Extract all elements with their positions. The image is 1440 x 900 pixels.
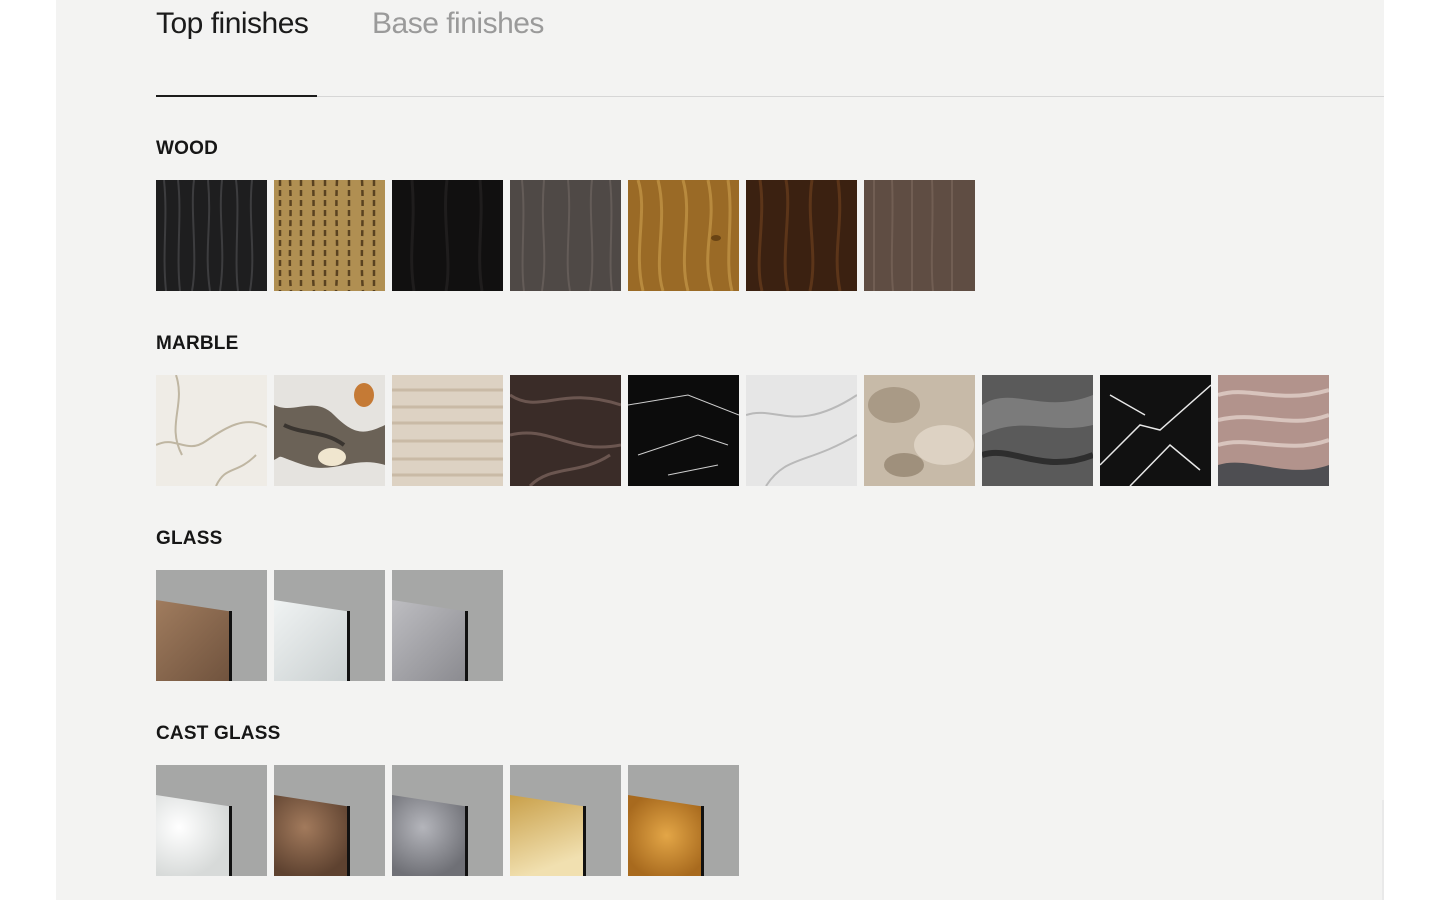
cast-glass-swatch-3[interactable] xyxy=(392,765,503,876)
wood-swatch-6[interactable] xyxy=(746,180,857,291)
glass-pane xyxy=(274,795,348,876)
wood-swatch-3[interactable] xyxy=(392,180,503,291)
glass-swatches xyxy=(156,570,503,681)
finishes-panel: Top finishes Base finishes WOOD MARBLE G… xyxy=(56,0,1384,900)
wood-swatch-4[interactable] xyxy=(510,180,621,291)
glass-edge xyxy=(465,806,468,876)
glass-swatch-2[interactable] xyxy=(274,570,385,681)
glass-pane xyxy=(274,600,348,681)
marble-swatches xyxy=(156,375,1329,486)
marble-swatch-9[interactable] xyxy=(1100,375,1211,486)
glass-swatch-1[interactable] xyxy=(156,570,267,681)
glass-pane xyxy=(392,600,466,681)
marble-swatch-7[interactable] xyxy=(864,375,975,486)
glass-edge xyxy=(347,806,350,876)
tab-base-finishes[interactable]: Base finishes xyxy=(372,6,544,42)
section-title-cast-glass: CAST GLASS xyxy=(156,723,281,744)
marble-swatch-1[interactable] xyxy=(156,375,267,486)
glass-pane xyxy=(510,795,584,876)
section-title-glass: GLASS xyxy=(156,528,223,549)
wood-swatch-2[interactable] xyxy=(274,180,385,291)
section-title-wood: WOOD xyxy=(156,138,219,159)
tab-top-finishes[interactable]: Top finishes xyxy=(156,6,317,97)
section-title-marble: MARBLE xyxy=(156,333,239,354)
glass-pane xyxy=(392,795,466,876)
glass-edge xyxy=(583,806,586,876)
cast-glass-swatch-4[interactable] xyxy=(510,765,621,876)
scrollbar-track[interactable] xyxy=(1382,800,1384,900)
glass-pane xyxy=(156,600,230,681)
glass-edge xyxy=(347,611,350,681)
marble-swatch-6[interactable] xyxy=(746,375,857,486)
cast-glass-swatch-5[interactable] xyxy=(628,765,739,876)
marble-swatch-4[interactable] xyxy=(510,375,621,486)
glass-pane xyxy=(156,795,230,876)
glass-edge xyxy=(229,806,232,876)
wood-swatch-7[interactable] xyxy=(864,180,975,291)
glass-pane xyxy=(628,795,702,876)
finish-tabs: Top finishes Base finishes xyxy=(156,0,1384,97)
glass-edge xyxy=(229,611,232,681)
glass-edge xyxy=(701,806,704,876)
glass-swatch-3[interactable] xyxy=(392,570,503,681)
cast-glass-swatch-2[interactable] xyxy=(274,765,385,876)
cast-glass-swatch-1[interactable] xyxy=(156,765,267,876)
wood-swatch-1[interactable] xyxy=(156,180,267,291)
wood-swatch-5[interactable] xyxy=(628,180,739,291)
glass-edge xyxy=(465,611,468,681)
marble-swatch-8[interactable] xyxy=(982,375,1093,486)
marble-swatch-3[interactable] xyxy=(392,375,503,486)
marble-swatch-10[interactable] xyxy=(1218,375,1329,486)
marble-swatch-2[interactable] xyxy=(274,375,385,486)
cast-glass-swatches xyxy=(156,765,739,876)
marble-swatch-5[interactable] xyxy=(628,375,739,486)
wood-swatches xyxy=(156,180,975,291)
